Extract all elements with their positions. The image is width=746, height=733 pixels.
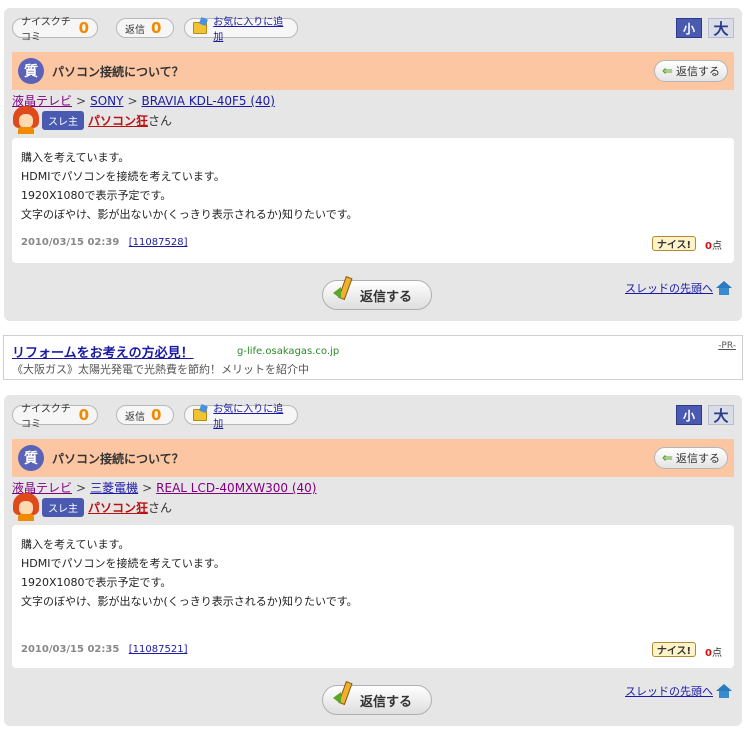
ad-headline[interactable]: リフォームをお考えの方必見！	[12, 342, 194, 361]
reply-count: 0	[151, 19, 162, 37]
nice-label: ナイスクチコミ	[21, 17, 71, 43]
post-title: パソコン接続について？	[52, 452, 184, 466]
post-card-1: ナイスクチコミ 0 返信 0 お気に入りに追加 小 大 質 パソコン接続について…	[4, 8, 742, 321]
breadcrumb-product[interactable]: BRAVIA KDL-40F5 (40)	[142, 94, 275, 108]
reply-label: 返信	[125, 24, 145, 36]
body-line: 文字のぼやけ、影が出ないか(くっきり表示されるか)知りたいです。	[21, 208, 358, 221]
reply-count-pill[interactable]: 返信 0	[116, 405, 174, 425]
ad-domain[interactable]: g-life.osakagas.co.jp	[237, 346, 339, 357]
avatar	[12, 106, 40, 134]
body-line: 文字のぼやけ、影が出ないか(くっきり表示されるか)知りたいです。	[21, 595, 358, 608]
question-title-bar: 質 パソコン接続について？ ⇐ 返信する	[12, 52, 734, 90]
reply-button-small[interactable]: ⇐ 返信する	[654, 447, 728, 469]
reply-button-label: 返信する	[359, 694, 412, 710]
post-body: 購入を考えています。 HDMIでパソコンを接続を考えています。 1920X108…	[12, 138, 734, 263]
home-arrow-icon	[716, 684, 732, 698]
points: 0点	[705, 648, 722, 659]
nice-count: 0	[78, 406, 89, 424]
nice-button[interactable]: ナイス!	[652, 236, 696, 251]
avatar	[12, 493, 40, 521]
question-icon: 質	[18, 445, 44, 471]
add-favorite-link[interactable]: お気に入りに追加	[213, 400, 289, 430]
post-body: 購入を考えています。 HDMIでパソコンを接続を考えています。 1920X108…	[12, 525, 734, 668]
reply-arrow-icon: ⇐	[662, 450, 673, 466]
reply-button[interactable]: 返信する	[322, 681, 432, 715]
favorite-folder-icon	[193, 22, 208, 34]
add-favorite-button[interactable]: お気に入りに追加	[184, 17, 298, 43]
nice-count-pill[interactable]: ナイスクチコミ 0	[12, 404, 98, 430]
reply-count-pill[interactable]: 返信 0	[116, 18, 174, 38]
question-title-bar: 質 パソコン接続について？ ⇐ 返信する	[12, 439, 734, 477]
font-size-large-button[interactable]: 大	[708, 405, 734, 425]
author-row: スレ主 パソコン狂 さん	[12, 493, 173, 521]
breadcrumb-maker[interactable]: 三菱電機	[90, 481, 138, 495]
body-line: 1920X1080で表示予定です。	[21, 189, 172, 202]
pencil-reply-icon	[333, 276, 353, 301]
font-size-large-button[interactable]: 大	[708, 18, 734, 38]
add-favorite-link[interactable]: お気に入りに追加	[213, 13, 289, 43]
post-date: 2010/03/15 02:39	[21, 237, 120, 248]
font-size-small-button[interactable]: 小	[676, 405, 702, 425]
favorite-folder-icon	[193, 409, 208, 421]
body-line: HDMIでパソコンを接続を考えています。	[21, 170, 225, 183]
breadcrumb-product[interactable]: REAL LCD-40MXW300 (40)	[156, 481, 316, 495]
author-name[interactable]: パソコン狂	[88, 112, 148, 129]
reply-button[interactable]: 返信する	[322, 276, 432, 310]
post-id-link[interactable]: [11087528]	[129, 237, 188, 248]
thread-top-link[interactable]: スレッドの先頭へ	[625, 280, 732, 296]
reply-button-label: 返信する	[675, 452, 720, 465]
nice-count-pill[interactable]: ナイスクチコミ 0	[12, 17, 98, 43]
add-favorite-button[interactable]: お気に入りに追加	[184, 404, 298, 430]
reply-button-small[interactable]: ⇐ 返信する	[654, 60, 728, 82]
thread-top-link[interactable]: スレッドの先頭へ	[625, 683, 732, 699]
post-date: 2010/03/15 02:35	[21, 644, 120, 655]
post-toolbar: ナイスクチコミ 0 返信 0 お気に入りに追加 小 大	[12, 404, 734, 430]
question-icon: 質	[18, 58, 44, 84]
ad-banner: リフォームをお考えの方必見！ g-life.osakagas.co.jp -PR…	[3, 335, 743, 380]
nice-button[interactable]: ナイス!	[652, 642, 696, 657]
points: 0点	[705, 241, 722, 252]
author-suffix: さん	[148, 500, 173, 515]
body-line: 1920X1080で表示予定です。	[21, 576, 172, 589]
post-meta: 2010/03/15 02:39 [11087528]	[21, 237, 187, 248]
body-line: 購入を考えています。	[21, 538, 130, 551]
post-title: パソコン接続について？	[52, 65, 184, 79]
reply-arrow-icon: ⇐	[662, 63, 673, 79]
ad-pr-label[interactable]: -PR-	[718, 341, 736, 351]
author-name[interactable]: パソコン狂	[88, 499, 148, 516]
font-size-small-button[interactable]: 小	[676, 18, 702, 38]
thread-owner-badge: スレ主	[42, 110, 84, 130]
reply-label: 返信	[125, 411, 145, 423]
reply-count: 0	[151, 406, 162, 424]
author-row: スレ主 パソコン狂 さん	[12, 106, 173, 134]
post-id-link[interactable]: [11087521]	[129, 644, 188, 655]
author-suffix: さん	[148, 113, 173, 128]
ad-text: 《大阪ガス》太陽光発電で光熱費を節約！メリットを紹介中	[12, 363, 309, 376]
post-meta: 2010/03/15 02:35 [11087521]	[21, 644, 187, 655]
home-arrow-icon	[716, 281, 732, 295]
body-line: HDMIでパソコンを接続を考えています。	[21, 557, 225, 570]
breadcrumb-maker[interactable]: SONY	[90, 94, 123, 108]
post-toolbar: ナイスクチコミ 0 返信 0 お気に入りに追加 小 大	[12, 17, 734, 43]
post-card-2: ナイスクチコミ 0 返信 0 お気に入りに追加 小 大 質 パソコン接続について…	[4, 395, 742, 726]
reply-button-label: 返信する	[359, 289, 412, 305]
body-line: 購入を考えています。	[21, 151, 130, 164]
nice-label: ナイスクチコミ	[21, 404, 71, 430]
nice-count: 0	[78, 19, 89, 37]
thread-owner-badge: スレ主	[42, 497, 84, 517]
reply-button-label: 返信する	[675, 65, 720, 78]
pencil-reply-icon	[333, 681, 353, 706]
